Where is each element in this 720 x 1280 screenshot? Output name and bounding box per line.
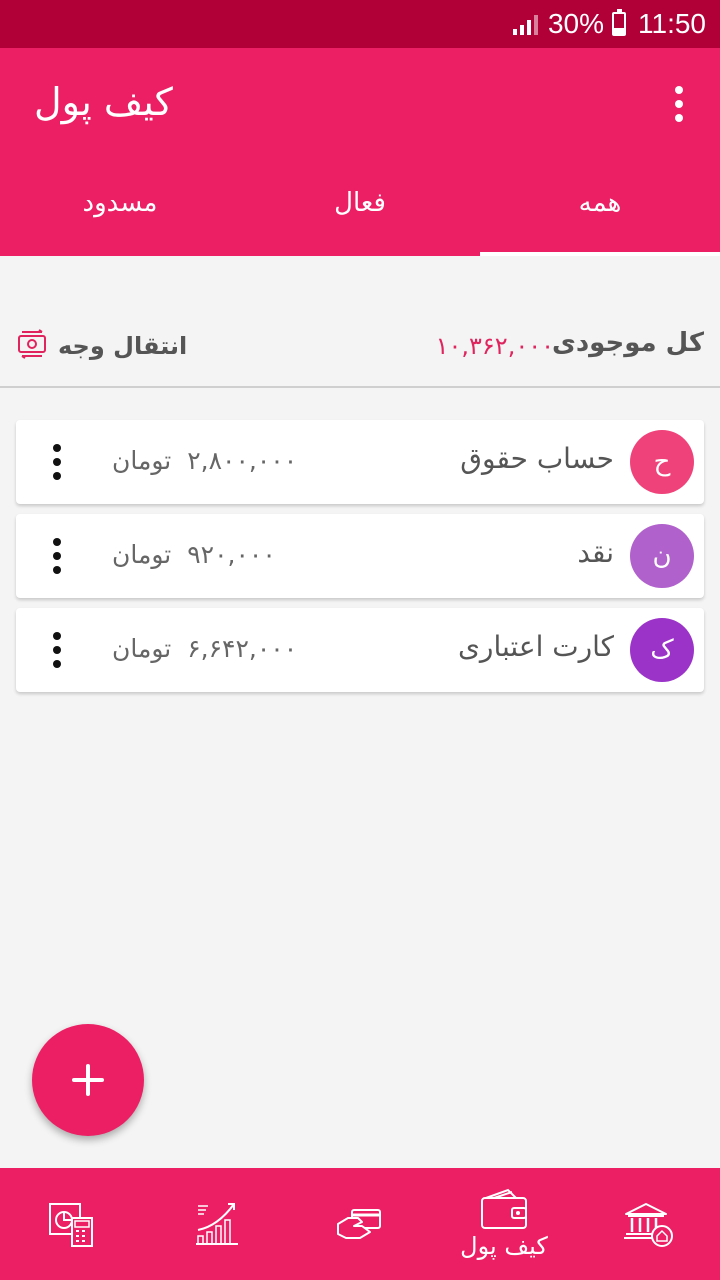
account-balance: ۲,۸۰۰,۰۰۰ تومان bbox=[112, 446, 297, 475]
nav-reports[interactable] bbox=[0, 1168, 144, 1280]
tab-all[interactable]: همه bbox=[480, 160, 720, 256]
card-payment-icon bbox=[337, 1209, 381, 1239]
status-bar: 30% 11:50 bbox=[0, 0, 720, 48]
avatar: ن bbox=[630, 524, 694, 588]
currency-label: تومان bbox=[112, 634, 172, 663]
screen: 30% 11:50 کیف پول مسدود فعال همه کل موجو… bbox=[0, 0, 720, 1280]
account-balance: ۶,۶۴۲,۰۰۰ تومان bbox=[112, 634, 297, 663]
tab-bar: مسدود فعال همه bbox=[0, 160, 720, 256]
account-card[interactable]: ک کارت اعتباری ۶,۶۴۲,۰۰۰ تومان bbox=[16, 608, 704, 692]
calculator-report-icon bbox=[49, 1203, 93, 1247]
account-card[interactable]: ن نقد ۹۲۰,۰۰۰ تومان bbox=[16, 514, 704, 598]
nav-wallet[interactable]: کیف پول bbox=[432, 1168, 576, 1280]
wallet-icon bbox=[481, 1188, 527, 1229]
battery-icon bbox=[612, 9, 626, 36]
nav-payments[interactable] bbox=[288, 1168, 432, 1280]
currency-label: تومان bbox=[112, 540, 172, 569]
page-title: کیف پول bbox=[34, 80, 173, 124]
total-balance-label: کل موجودی bbox=[552, 328, 704, 358]
add-account-button[interactable] bbox=[32, 1024, 144, 1136]
balance-amount: ۶,۶۴۲,۰۰۰ bbox=[187, 634, 298, 663]
bank-icon bbox=[624, 1203, 673, 1247]
currency-label: تومان bbox=[112, 446, 172, 475]
card-menu-icon[interactable] bbox=[52, 632, 62, 668]
app-bar: کیف پول مسدود فعال همه bbox=[0, 48, 720, 256]
money-transfer-icon bbox=[16, 328, 48, 364]
avatar: ح bbox=[630, 430, 694, 494]
account-name: کارت اعتباری bbox=[458, 630, 614, 663]
tab-blocked[interactable]: مسدود bbox=[0, 160, 240, 256]
account-list: ح حساب حقوق ۲,۸۰۰,۰۰۰ تومان ن نقد ۹۲۰,۰۰… bbox=[16, 420, 704, 702]
balance-amount: ۹۲۰,۰۰۰ bbox=[187, 540, 276, 569]
total-balance-value: ۱۰,۳۶۲,۰۰۰ bbox=[435, 332, 554, 360]
account-name: نقد bbox=[577, 536, 614, 569]
avatar: ک bbox=[630, 618, 694, 682]
clock: 11:50 bbox=[638, 8, 706, 39]
account-name: حساب حقوق bbox=[460, 442, 614, 475]
overflow-menu-icon[interactable] bbox=[674, 86, 684, 122]
nav-charts[interactable] bbox=[144, 1168, 288, 1280]
transfer-label: انتقال وجه bbox=[58, 332, 188, 360]
balance-amount: ۲,۸۰۰,۰۰۰ bbox=[187, 446, 298, 475]
signal-icon bbox=[512, 13, 538, 35]
nav-bank[interactable] bbox=[576, 1168, 720, 1280]
bottom-navigation: کیف پول bbox=[0, 1168, 720, 1280]
growth-chart-icon bbox=[196, 1203, 238, 1245]
nav-wallet-label: کیف پول bbox=[460, 1232, 548, 1260]
account-balance: ۹۲۰,۰۰۰ تومان bbox=[112, 540, 276, 569]
divider bbox=[0, 386, 720, 388]
plus-icon bbox=[72, 1064, 104, 1096]
transfer-button[interactable]: انتقال وجه bbox=[16, 328, 187, 364]
card-menu-icon[interactable] bbox=[52, 538, 62, 574]
battery-percent: 30% bbox=[547, 8, 604, 39]
tab-active[interactable]: فعال bbox=[240, 160, 480, 256]
account-card[interactable]: ح حساب حقوق ۲,۸۰۰,۰۰۰ تومان bbox=[16, 420, 704, 504]
card-menu-icon[interactable] bbox=[52, 444, 62, 480]
balance-summary: کل موجودی ۱۰,۳۶۲,۰۰۰ انتقال وجه bbox=[0, 310, 720, 386]
